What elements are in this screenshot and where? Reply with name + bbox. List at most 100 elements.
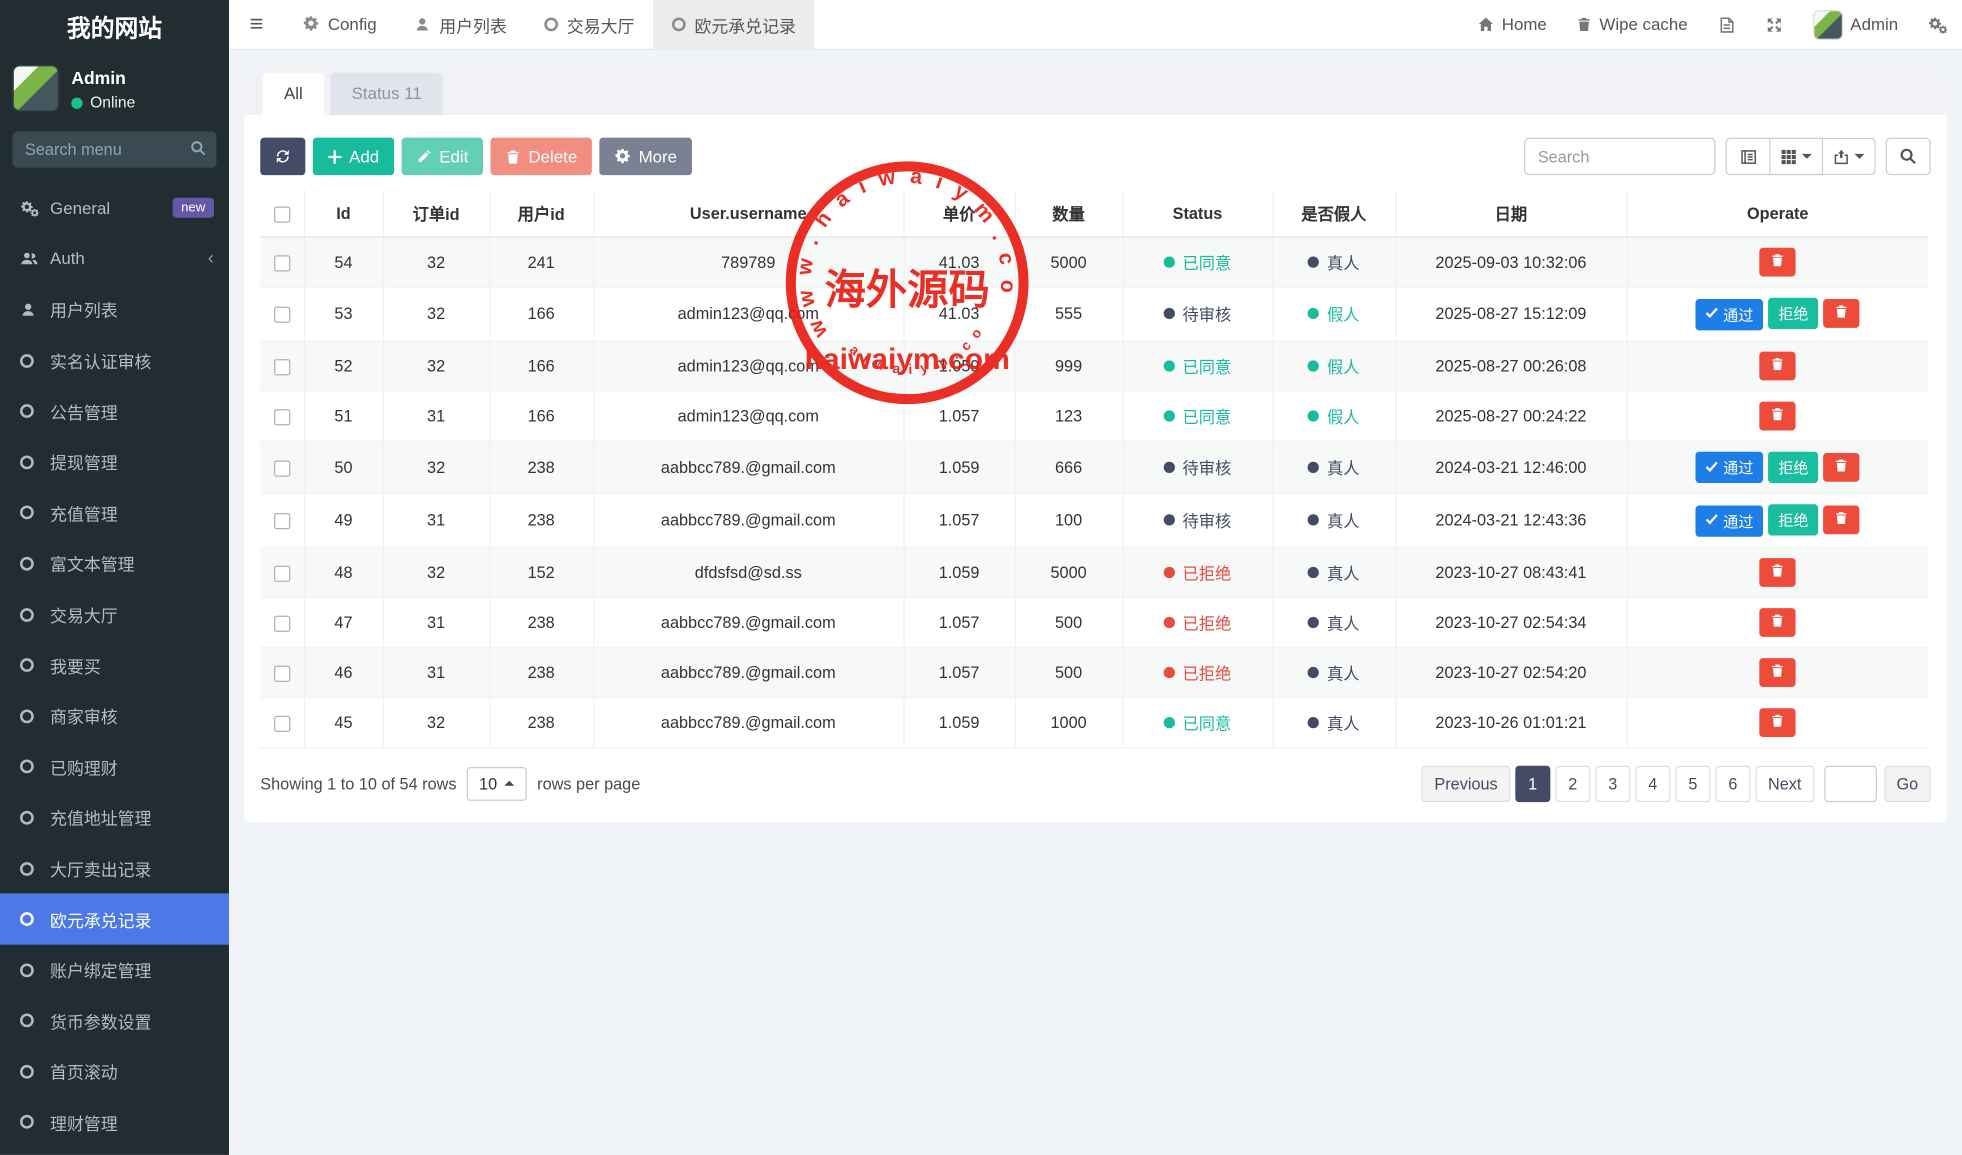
page-size-dropdown[interactable]: 10: [467, 766, 528, 800]
export-button[interactable]: [1823, 138, 1876, 176]
sidebar-item[interactable]: 大厅卖出记录: [0, 843, 229, 894]
sidebar-item[interactable]: 公告管理: [0, 386, 229, 437]
row-checkbox[interactable]: [274, 359, 290, 375]
sidebar-item[interactable]: 提现管理: [0, 437, 229, 488]
row-checkbox[interactable]: [274, 307, 290, 323]
column-header[interactable]: Status: [1122, 190, 1272, 237]
table-row[interactable]: 54 32 241 789789 41.03 5000 已同意 真人 2025-…: [260, 237, 1928, 287]
row-checkbox[interactable]: [274, 255, 290, 271]
sidebar-item[interactable]: 我要买: [0, 640, 229, 691]
table-row[interactable]: 52 32 166 admin123@qq.com 1.059 999 已同意 …: [260, 340, 1928, 390]
sidebar-item[interactable]: 充值地址管理: [0, 792, 229, 843]
column-header[interactable]: Operate: [1627, 190, 1929, 237]
approve-button[interactable]: 通过: [1696, 298, 1764, 329]
next-page-button[interactable]: Next: [1755, 765, 1813, 801]
column-header[interactable]: 用户id: [489, 190, 593, 237]
column-header[interactable]: 订单id: [383, 190, 489, 237]
row-delete-button[interactable]: [1760, 658, 1796, 687]
sidebar-item[interactable]: 充值管理: [0, 487, 229, 538]
sidebar-item[interactable]: 账户绑定管理: [0, 945, 229, 996]
row-checkbox[interactable]: [274, 409, 290, 425]
row-delete-button[interactable]: [1823, 299, 1859, 328]
page-button[interactable]: 2: [1555, 765, 1590, 801]
nav-tab[interactable]: 用户列表: [395, 0, 525, 49]
row-delete-button[interactable]: [1760, 557, 1796, 586]
page-jump-input[interactable]: [1824, 765, 1877, 801]
row-checkbox[interactable]: [274, 565, 290, 581]
sidebar-item[interactable]: 已购理财: [0, 741, 229, 792]
page-button[interactable]: 3: [1595, 765, 1630, 801]
previous-page-button[interactable]: Previous: [1422, 765, 1510, 801]
sidebar-item[interactable]: 理财管理: [0, 1097, 229, 1148]
reject-button[interactable]: 拒绝: [1768, 504, 1818, 535]
filter-tab[interactable]: Status 11: [330, 73, 443, 116]
row-delete-button[interactable]: [1760, 401, 1796, 430]
column-header[interactable]: User.username: [593, 190, 903, 237]
nav-tab[interactable]: 欧元承兑记录: [653, 0, 814, 49]
table-row[interactable]: 49 31 238 aabbcc789.@gmail.com 1.057 100…: [260, 494, 1928, 547]
menu-toggle-icon[interactable]: ≡: [229, 0, 284, 49]
sidebar-item[interactable]: 欧元承兑记录: [0, 894, 229, 945]
row-checkbox[interactable]: [274, 715, 290, 731]
delete-button[interactable]: Delete: [491, 138, 592, 176]
nav-tab[interactable]: Config: [284, 0, 395, 49]
sidebar-group-auth[interactable]: Auth ‹: [0, 233, 229, 284]
sidebar-item[interactable]: 首页滚动: [0, 1046, 229, 1097]
wipe-cache-button[interactable]: Wipe cache: [1562, 0, 1703, 49]
page-button[interactable]: 1: [1515, 765, 1550, 801]
filter-tab[interactable]: All: [263, 73, 324, 116]
fullscreen-button[interactable]: [1750, 0, 1798, 49]
admin-menu[interactable]: Admin: [1798, 0, 1913, 49]
home-button[interactable]: Home: [1463, 0, 1562, 49]
column-header[interactable]: 数量: [1015, 190, 1123, 237]
column-header[interactable]: 单价: [903, 190, 1014, 237]
page-button[interactable]: 6: [1715, 765, 1750, 801]
reject-button[interactable]: 拒绝: [1768, 451, 1818, 482]
row-delete-button[interactable]: [1760, 607, 1796, 636]
sidebar-item[interactable]: 货币参数设置: [0, 995, 229, 1046]
column-header[interactable]: 是否假人: [1273, 190, 1396, 237]
approve-button[interactable]: 通过: [1696, 452, 1764, 483]
table-row[interactable]: 46 31 238 aabbcc789.@gmail.com 1.057 500…: [260, 647, 1928, 697]
sidebar-item[interactable]: 实名认证审核: [0, 335, 229, 386]
column-header[interactable]: 日期: [1395, 190, 1626, 237]
advanced-search-button[interactable]: [1886, 138, 1931, 176]
table-row[interactable]: 45 32 238 aabbcc789.@gmail.com 1.059 100…: [260, 697, 1928, 747]
row-delete-button[interactable]: [1823, 452, 1859, 481]
table-search-input[interactable]: [1524, 138, 1715, 176]
columns-button[interactable]: [1771, 138, 1824, 176]
row-checkbox[interactable]: [274, 665, 290, 681]
table-row[interactable]: 51 31 166 admin123@qq.com 1.057 123 已同意 …: [260, 390, 1928, 440]
reject-button[interactable]: 拒绝: [1768, 298, 1818, 329]
page-button[interactable]: 4: [1635, 765, 1670, 801]
row-checkbox[interactable]: [274, 615, 290, 631]
table-row[interactable]: 47 31 238 aabbcc789.@gmail.com 1.057 500…: [260, 597, 1928, 647]
sidebar-item[interactable]: 富文本管理: [0, 538, 229, 589]
sidebar-search-input[interactable]: [13, 131, 217, 167]
row-delete-button[interactable]: [1823, 506, 1859, 535]
select-all-checkbox[interactable]: [274, 207, 290, 223]
add-button[interactable]: Add: [313, 138, 394, 176]
approve-button[interactable]: 通过: [1696, 505, 1764, 536]
page-button[interactable]: 5: [1675, 765, 1710, 801]
table-row[interactable]: 48 32 152 dfdsfsd@sd.ss 1.059 5000 已拒绝 真…: [260, 547, 1928, 597]
go-button[interactable]: Go: [1884, 765, 1931, 801]
refresh-button[interactable]: [260, 138, 305, 176]
sidebar-item[interactable]: 用户列表: [0, 284, 229, 335]
sidebar-group-general[interactable]: General new: [0, 183, 229, 234]
row-delete-button[interactable]: [1760, 248, 1796, 277]
nav-tab[interactable]: 交易大厅: [526, 0, 654, 49]
more-button[interactable]: More: [600, 138, 692, 176]
detail-view-button[interactable]: [1726, 138, 1771, 176]
table-row[interactable]: 53 32 166 admin123@qq.com 41.03 555 待审核 …: [260, 287, 1928, 340]
edit-button[interactable]: Edit: [402, 138, 484, 176]
row-delete-button[interactable]: [1760, 708, 1796, 737]
table-row[interactable]: 50 32 238 aabbcc789.@gmail.com 1.059 666…: [260, 440, 1928, 493]
row-checkbox[interactable]: [274, 513, 290, 529]
language-button[interactable]: [1703, 0, 1751, 49]
row-delete-button[interactable]: [1760, 351, 1796, 380]
sidebar-item[interactable]: 交易大厅: [0, 589, 229, 640]
row-checkbox[interactable]: [274, 460, 290, 476]
column-header[interactable]: Id: [304, 190, 383, 237]
settings-button[interactable]: [1913, 0, 1962, 49]
